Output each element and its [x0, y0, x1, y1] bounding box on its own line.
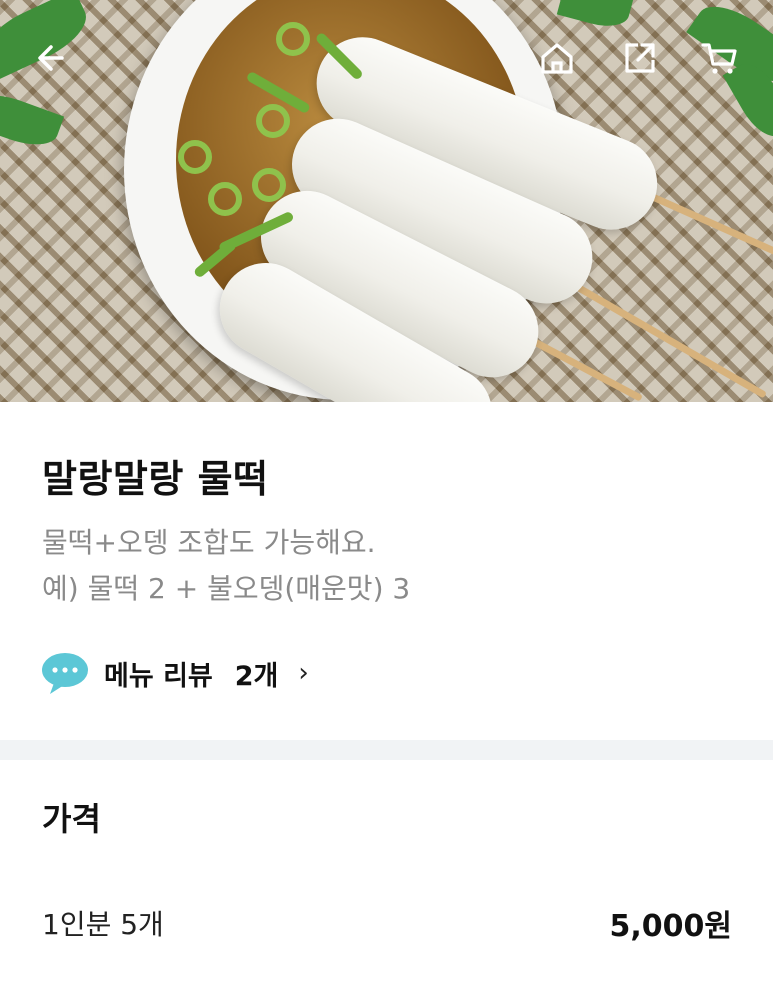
section-divider: [0, 740, 773, 760]
chevron-right-icon: ›: [298, 658, 309, 688]
price-heading: 가격: [42, 800, 101, 838]
cart-icon: [701, 43, 737, 74]
menu-review-link[interactable]: 메뉴 리뷰 2개 ›: [40, 650, 309, 696]
leaf-decoration: [0, 85, 65, 155]
cart-button[interactable]: [698, 36, 742, 80]
product-photo: [0, 0, 773, 402]
price-option-row[interactable]: 1인분 5개 5,000원: [42, 900, 732, 946]
option-name: 1인분 5개: [42, 908, 164, 941]
description-line: 예) 물떡 2 + 불오뎅(매운맛) 3: [42, 572, 411, 605]
share-button[interactable]: [618, 36, 662, 80]
scallion: [256, 104, 290, 138]
arrow-left-icon: [38, 45, 64, 71]
scallion: [178, 140, 212, 174]
product-description: 물떡+오뎅 조합도 가능해요. 예) 물떡 2 + 불오뎅(매운맛) 3: [42, 520, 410, 612]
scallion: [276, 22, 310, 56]
home-button[interactable]: [535, 36, 579, 80]
review-count: 2개: [234, 660, 279, 692]
home-icon: [541, 43, 573, 74]
share-icon: [625, 43, 655, 73]
review-label: 메뉴 리뷰: [104, 660, 213, 692]
product-title: 말랑말랑 물떡: [42, 457, 269, 501]
scallion: [252, 168, 286, 202]
scallion: [208, 182, 242, 216]
leaf-decoration: [556, 0, 634, 33]
description-line: 물떡+오뎅 조합도 가능해요.: [42, 526, 376, 559]
option-price: 5,000원: [609, 909, 733, 944]
back-button[interactable]: [30, 36, 74, 80]
speech-bubble-icon: [42, 653, 88, 694]
